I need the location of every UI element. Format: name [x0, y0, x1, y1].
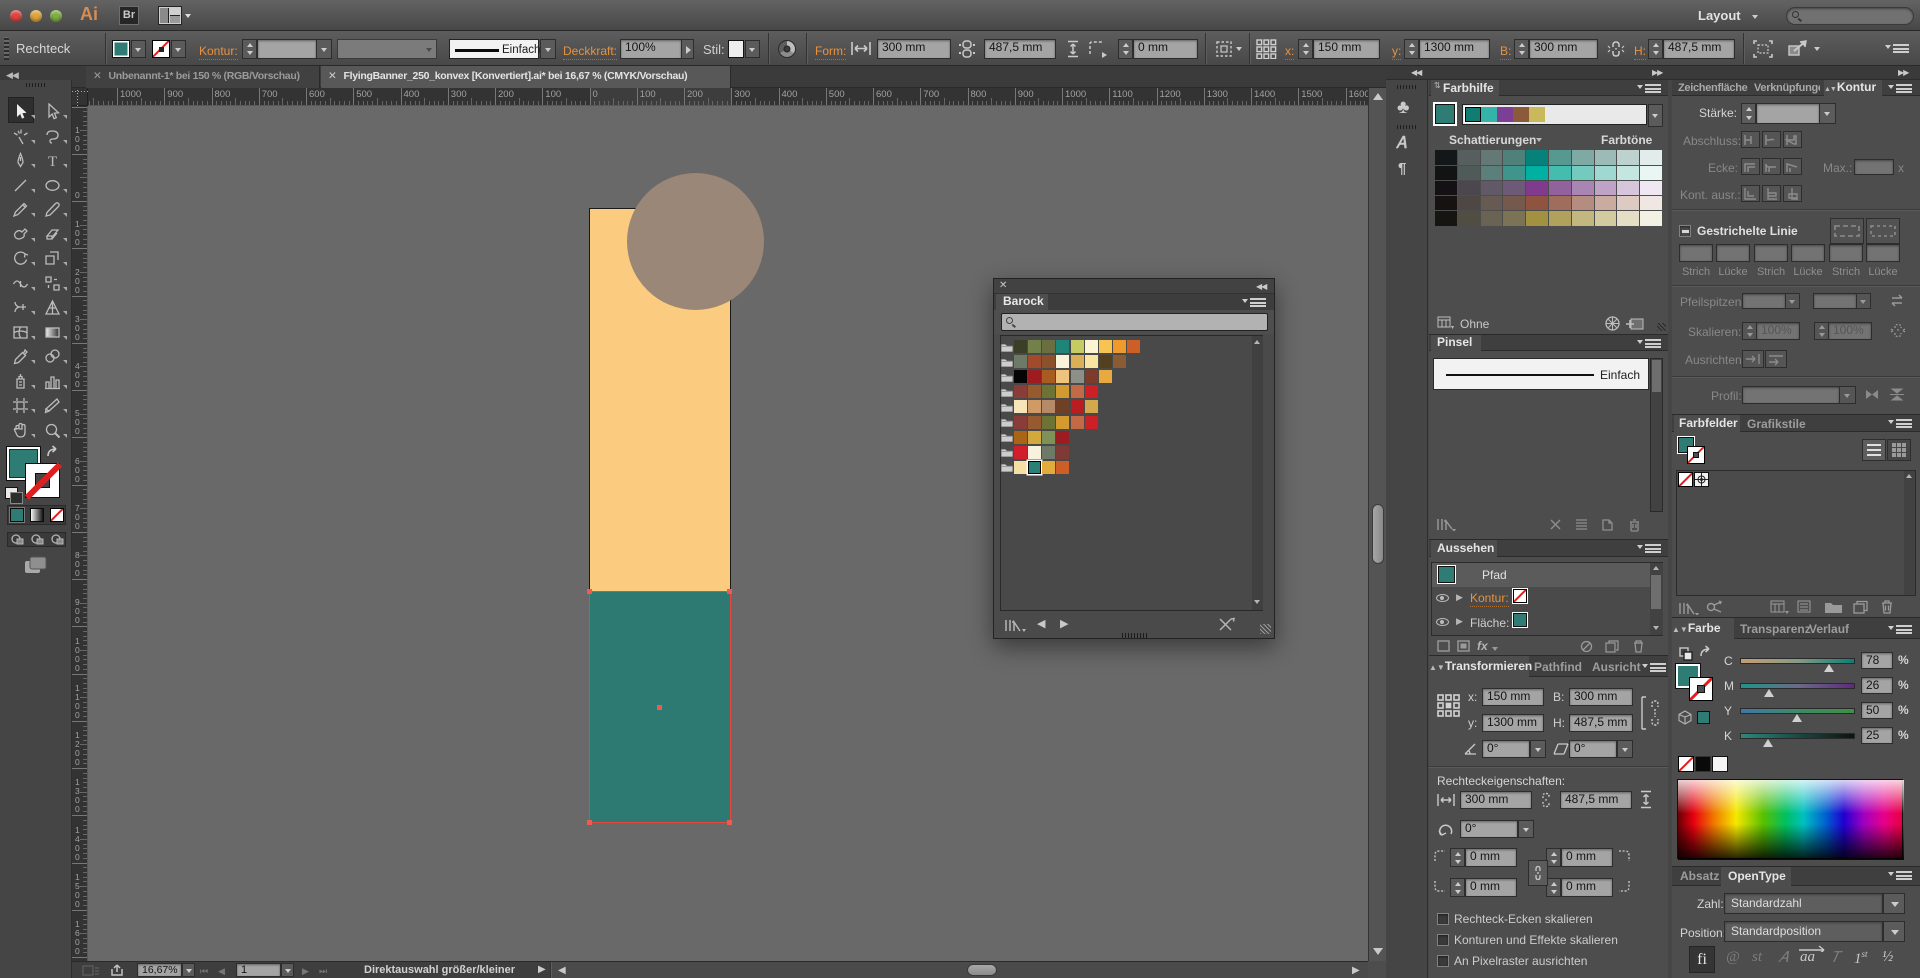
svg-text:T: T: [48, 154, 57, 169]
